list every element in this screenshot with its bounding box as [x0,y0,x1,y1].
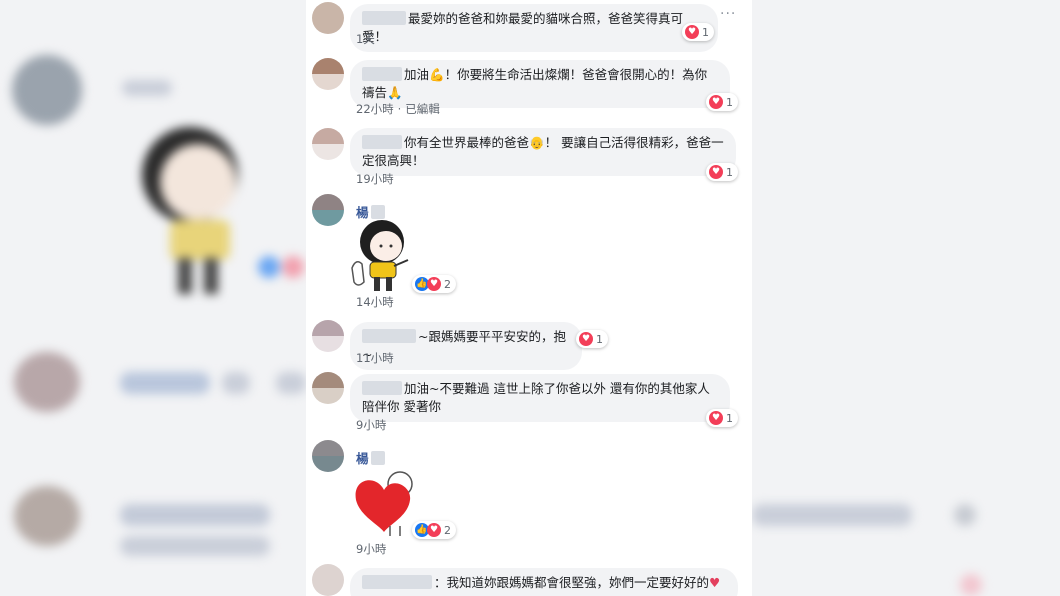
more-options-icon[interactable]: ··· [720,6,736,22]
heart-icon: ♥ [709,95,723,109]
reaction-badge[interactable]: ♥ 1 [706,409,738,427]
timestamp-link[interactable]: 1天 [356,32,375,46]
comment-bubble: 最愛妳的爸爸和妳最愛的貓咪合照，爸爸笑得真可愛！ [350,4,718,52]
heart-icon: ♥ [579,332,593,346]
blurred-name[interactable] [362,11,406,25]
blurred-name[interactable] [362,135,402,149]
blurred-name [370,451,385,465]
face-emoji-icon: 👴 [529,135,545,150]
bg-dot [960,574,982,596]
comment-text: 加油~不要難過 這世上除了你爸以外 還有你的其他家人 陪伴你 愛著你 [362,381,710,414]
avatar[interactable] [312,564,344,596]
bg-text-bar [120,536,270,556]
reaction-badge[interactable]: ♥ 1 [682,23,714,41]
reaction-count: 1 [726,95,733,109]
bg-sticker [130,120,260,304]
reaction-badge[interactable]: 👍 ♥ 2 [412,275,456,293]
avatar[interactable] [312,2,344,34]
bg-avatar [14,486,80,546]
girl-sticker[interactable] [350,218,422,298]
bg-dot [954,504,976,526]
blurred-name[interactable] [362,575,432,589]
commenter: 楊 [356,448,387,467]
reaction-badge[interactable]: ♥ 1 [706,93,738,111]
bg-text-bar [120,372,210,394]
bg-text-bar [276,372,306,394]
comment-meta: 9小時 [356,541,386,557]
avatar[interactable] [312,128,344,160]
reaction-count: 2 [444,277,451,291]
comment-bubble: 加油~不要難過 這世上除了你爸以外 還有你的其他家人 陪伴你 愛著你 [350,374,730,422]
bg-like [258,256,280,278]
avatar[interactable] [312,440,344,472]
bg-avatar [12,55,82,125]
commenter-name[interactable]: 楊 [356,451,369,466]
blurred-name[interactable] [362,381,402,395]
comment-meta: 9小時 [356,417,386,433]
avatar[interactable] [312,194,344,226]
pray-emoji-icon: 🙏 [387,85,403,100]
reaction-badge[interactable]: ♥ 1 [576,330,608,348]
comment-bubble: ：我知道妳跟媽媽都會很堅強，妳們一定要好好的♥ [350,568,738,596]
comment-meta: 11小時 [356,350,394,366]
heart-icon: ♥ [427,277,441,291]
timestamp-link[interactable]: 9小時 [356,542,386,556]
bg-avatar [14,352,80,412]
bg-text-bar [222,372,250,394]
reaction-count: 2 [444,523,451,537]
comment-meta: 14小時 [356,294,394,310]
blurred-name[interactable] [362,329,416,343]
muscle-emoji-icon: 💪 [429,67,445,82]
heart-icon: ♥ [709,165,723,179]
heart-icon: ♥ [685,25,699,39]
bg-name-bar [122,80,172,96]
heart-icon: ♥ [709,411,723,425]
avatar[interactable] [312,320,344,352]
avatar[interactable] [312,58,344,90]
comment-bubble: 你有全世界最棒的爸爸👴！ 要讓自己活得很精彩，爸爸一定很高興！ [350,128,736,176]
bg-text-bar [120,504,270,526]
comment-text-prefix: 你有全世界最棒的爸爸 [404,135,530,150]
comment-meta: 19小時 [356,171,394,187]
reaction-count: 1 [702,25,709,39]
bg-heart [282,256,304,278]
blurred-name[interactable] [362,67,402,81]
timestamp-link[interactable]: 22小時 [356,102,394,116]
edited-label[interactable]: 已編輯 [405,102,440,116]
comment-feed: 最愛妳的爸爸和妳最愛的貓咪合照，爸爸笑得真可愛！ ··· ♥ 1 1天 加油💪！… [306,0,752,596]
reaction-count: 1 [726,165,733,179]
avatar[interactable] [312,372,344,404]
reaction-count: 1 [726,411,733,425]
timestamp-link[interactable]: 9小時 [356,418,386,432]
reaction-count: 1 [596,332,603,346]
reaction-badge[interactable]: 👍 ♥ 2 [412,521,456,539]
blurred-name [370,205,385,219]
heart-hug-sticker[interactable] [350,468,420,542]
timestamp-link[interactable]: 14小時 [356,295,394,309]
comment-text: 最愛妳的爸爸和妳最愛的貓咪合照，爸爸笑得真可愛！ [362,11,684,44]
heart-emoji-icon: ♥ [709,575,721,590]
comment-meta: 1天 [356,31,375,47]
timestamp-link[interactable]: 19小時 [356,172,394,186]
bg-text-bar [752,504,912,526]
comment-text-prefix: 加油 [404,67,430,82]
reaction-badge[interactable]: ♥ 1 [706,163,738,181]
timestamp-link[interactable]: 11小時 [356,351,394,365]
heart-icon: ♥ [427,523,441,537]
comment-text: ：我知道妳跟媽媽都會很堅強，妳們一定要好好的 [434,575,710,590]
comment-meta: 22小時 · 已編輯 [356,102,440,116]
